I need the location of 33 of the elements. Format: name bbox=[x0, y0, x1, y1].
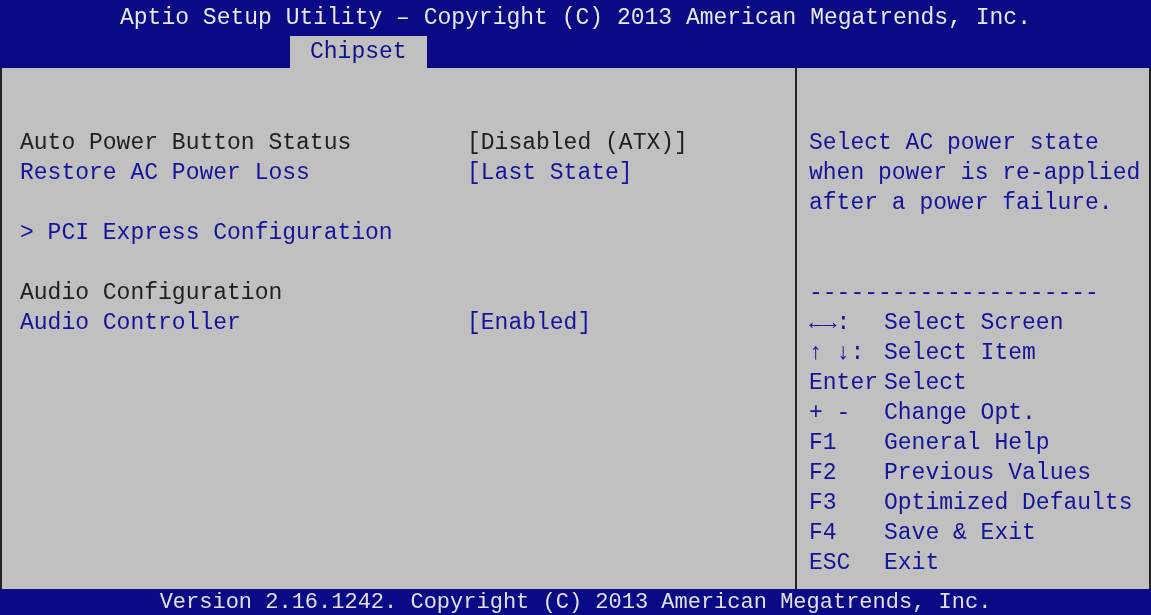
separator-line: --------------------- bbox=[809, 279, 1100, 308]
setting-value[interactable]: [Last State] bbox=[467, 160, 633, 186]
key-action: General Help bbox=[884, 429, 1050, 458]
key-label: + - bbox=[809, 399, 852, 428]
key-label: F2 bbox=[809, 459, 838, 488]
help-text: after a power failure. bbox=[809, 189, 1114, 218]
key-label: ←→: bbox=[809, 309, 852, 338]
help-text: Select AC power state bbox=[809, 129, 1100, 158]
key-label: F3 bbox=[809, 489, 838, 518]
setting-value[interactable]: [Enabled] bbox=[467, 310, 592, 336]
window-title: Aptio Setup Utility – Copyright (C) 2013 American Megatrends, Inc. bbox=[119, 4, 1032, 33]
version-text: Version 2.16.1242. Copyright (C) 2013 American Megatrends, Inc. bbox=[159, 589, 992, 615]
setting-label: Auto Power Button Status bbox=[20, 130, 353, 156]
key-action: Select Item bbox=[884, 339, 1036, 368]
key-action: Select Screen bbox=[884, 309, 1064, 338]
setting-label[interactable]: Audio Controller bbox=[20, 310, 467, 336]
key-label: F4 bbox=[809, 519, 838, 548]
key-action: Select bbox=[884, 369, 967, 398]
key-action: Save & Exit bbox=[884, 519, 1036, 548]
key-action: Change Opt. bbox=[884, 399, 1036, 428]
key-action: Optimized Defaults bbox=[884, 489, 1133, 518]
key-label: ↑ ↓: bbox=[809, 339, 866, 368]
help-text: when power is re-applied bbox=[809, 159, 1142, 188]
key-label: F1 bbox=[809, 429, 838, 458]
setting-label[interactable]: Restore AC Power Loss bbox=[20, 160, 467, 186]
key-action: Exit bbox=[884, 549, 940, 578]
key-action: Previous Values bbox=[884, 459, 1092, 488]
tab[interactable]: Chipset bbox=[290, 36, 427, 68]
key-label: Enter bbox=[809, 369, 879, 398]
section-heading: Audio Configuration bbox=[20, 280, 284, 306]
key-label: ESC bbox=[809, 549, 852, 578]
submenu-link[interactable]: > PCI Express Configuration bbox=[20, 220, 467, 246]
setting-value: [Disabled (ATX)] bbox=[467, 130, 688, 156]
